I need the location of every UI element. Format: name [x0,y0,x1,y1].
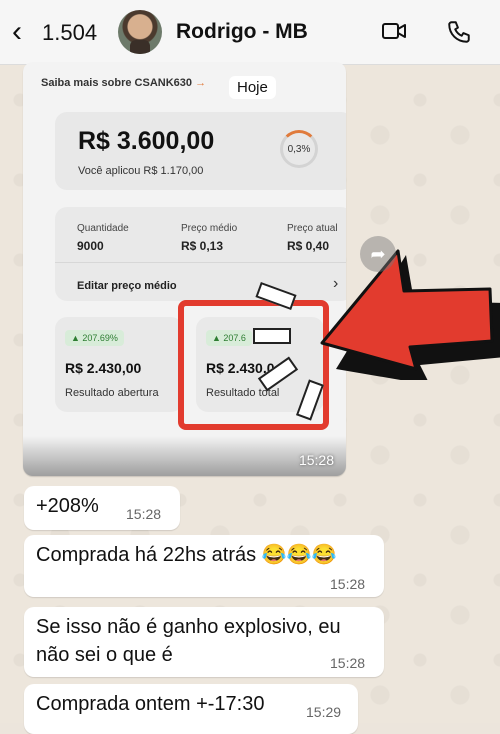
progress-ring: 0,3% [280,130,318,168]
position-amount: R$ 3.600,00 [78,127,215,155]
date-chip: Hoje [229,76,276,99]
message-time: 15:29 [306,704,342,720]
video-camera-icon[interactable] [382,22,406,40]
censor-mark [253,328,291,344]
red-arrow-icon [320,249,500,380]
result-opening-value: R$ 2.430,00 [65,360,142,376]
chat-header: ‹ 1.504 Rodrigo - MB [0,0,500,65]
stat-label-quantidade: Quantidade [77,223,129,234]
position-summary-card: R$ 3.600,00 Você aplicou R$ 1.170,00 0,3… [55,112,346,190]
chat-message[interactable]: +208% 15:28 [24,486,180,530]
image-timestamp: 15:28 [298,452,334,468]
saiba-mais-link: Saiba mais sobre CSANK630 → [41,77,207,89]
image-time-shade [23,436,346,476]
message-text: Comprada há 22hs atrás 😂😂😂 [36,544,337,566]
back-chevron-icon[interactable]: ‹ [12,17,22,47]
forward-icon[interactable]: ➦ [360,236,396,272]
message-text: Comprada ontem +-17:30 [36,693,265,715]
chat-message[interactable]: Comprada ontem +-17:30 15:29 [24,684,358,734]
chat-message[interactable]: Comprada há 22hs atrás 😂😂😂 15:28 [24,535,384,597]
result-opening-label: Resultado abertura [65,387,159,399]
stat-value-preco-medio: R$ 0,13 [181,239,224,253]
contact-avatar[interactable] [118,10,162,54]
image-message[interactable]: Saiba mais sobre CSANK630 → Hoje R$ 3.60… [23,62,346,476]
stat-label-preco-atual: Preço atual [287,223,338,234]
result-opening-card: ▲ 207.69% R$ 2.430,00 Resultado abertura [55,317,183,412]
message-text-line1: Se isso não é ganho explosivo, eu [36,616,341,638]
stat-label-preco-medio: Preço médio [181,223,238,234]
progress-percent: 0,3% [287,143,311,155]
result-opening-badge: ▲ 207.69% [65,330,124,346]
message-text: +208% [36,495,99,517]
stat-value-quantidade: 9000 [77,239,104,253]
message-time: 15:28 [126,506,162,522]
contact-name[interactable]: Rodrigo - MB [176,20,308,44]
message-time: 15:28 [330,655,366,671]
edit-average-price: Editar preço médio [77,280,177,292]
chat-message[interactable]: Se isso não é ganho explosivo, eu não se… [24,607,384,677]
message-text-line2: não sei o que é [36,644,173,666]
message-time: 15:28 [330,576,366,592]
applied-amount: Você aplicou R$ 1.170,00 [78,165,204,177]
phone-icon[interactable] [446,19,472,45]
back-unread-count[interactable]: 1.504 [42,20,97,46]
